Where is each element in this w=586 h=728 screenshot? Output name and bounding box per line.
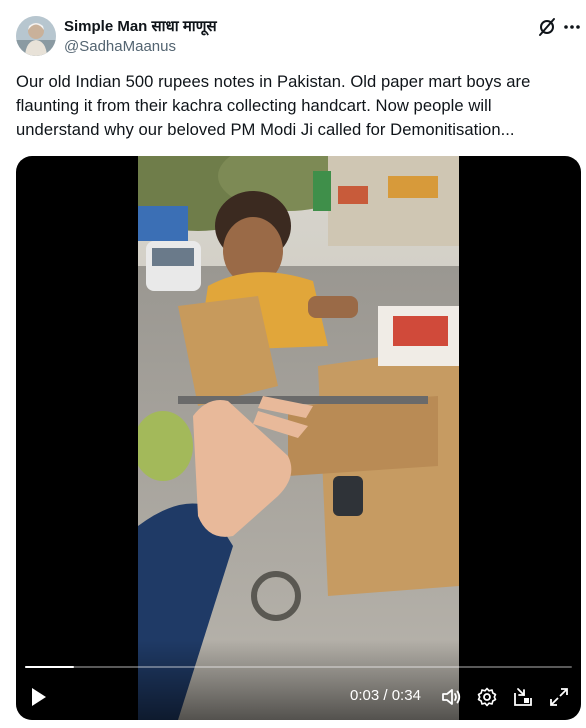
video-current-time: 0:03 xyxy=(350,687,380,704)
author-handle[interactable]: @SadhaMaanus xyxy=(64,38,176,55)
more-icon[interactable] xyxy=(562,16,582,38)
avatar-image xyxy=(16,16,56,56)
tweet-text: Our old Indian 500 rupees notes in Pakis… xyxy=(16,70,572,142)
tweet-text-line: Our old Indian 500 rupees notes in Pakis… xyxy=(16,72,531,91)
video-frame[interactable] xyxy=(138,156,459,720)
author-display-name[interactable]: Simple Man साधा माणूस xyxy=(64,16,217,36)
avatar[interactable] xyxy=(16,16,56,56)
volume-icon[interactable] xyxy=(440,686,462,708)
video-time: 0:03 / 0:34 xyxy=(350,687,421,704)
picture-in-picture-icon[interactable] xyxy=(512,686,534,708)
video-time-separator: / xyxy=(383,687,388,704)
video-progress-fill xyxy=(25,666,75,668)
tweet-card: Simple Man साधा माणूस @SadhaMaanus Our o… xyxy=(0,0,586,728)
video-duration: 0:34 xyxy=(391,687,421,704)
grok-icon[interactable] xyxy=(536,16,558,38)
play-icon[interactable] xyxy=(30,687,48,707)
gear-icon[interactable] xyxy=(476,686,498,708)
video-still-image xyxy=(138,156,459,720)
tweet-text-line: understand why our beloved PM Modi Ji ca… xyxy=(16,120,515,139)
fullscreen-icon[interactable] xyxy=(548,686,570,708)
video-progress-bar[interactable] xyxy=(25,666,572,668)
tweet-text-line: flaunting it from their kachra collectin… xyxy=(16,96,492,115)
video-player[interactable]: 0:03 / 0:34 xyxy=(16,156,581,720)
